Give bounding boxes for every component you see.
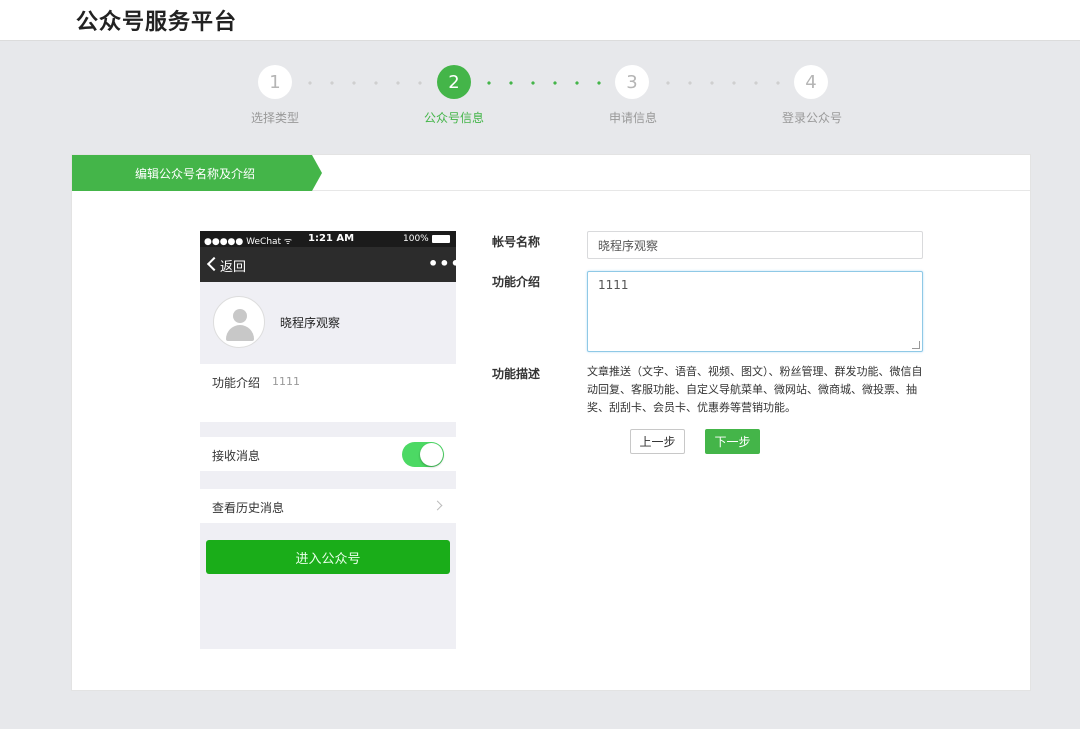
receive-messages-row: 接收消息 bbox=[200, 437, 456, 471]
previous-step-button[interactable]: 上一步 bbox=[630, 429, 685, 454]
step-3-label: 申请信息 bbox=[608, 111, 657, 125]
chevron-right-icon bbox=[432, 500, 443, 511]
top-bar: 公众号服务平台 bbox=[0, 0, 1080, 41]
intro-section: 功能介绍 1111 bbox=[200, 364, 456, 422]
step-4-circle: 4 bbox=[794, 65, 828, 99]
intro-field-label: 功能介绍 bbox=[492, 275, 541, 289]
registration-stepper: 1 2 3 4 选择类型 公众号信息 申请信息 登录公众号 bbox=[0, 60, 1080, 130]
avatar-placeholder-icon bbox=[213, 296, 265, 348]
back-chevron-icon bbox=[206, 256, 222, 272]
intro-label: 功能介绍 bbox=[212, 376, 261, 390]
step-2-circle: 2 bbox=[437, 65, 471, 99]
step-1-circle: 1 bbox=[258, 65, 292, 99]
section-title-ribbon: 编辑公众号名称及介绍 bbox=[72, 155, 322, 191]
status-time: 1:21 AM bbox=[308, 233, 355, 244]
back-label: 返回 bbox=[220, 260, 247, 275]
step-connector-2 bbox=[478, 81, 610, 85]
account-name-label: 帐号名称 bbox=[492, 235, 541, 249]
enter-account-button: 进入公众号 bbox=[206, 540, 450, 574]
resize-handle-icon[interactable] bbox=[912, 341, 920, 349]
step-4-label: 登录公众号 bbox=[781, 111, 842, 125]
step-2-label: 公众号信息 bbox=[423, 111, 484, 125]
battery-icon bbox=[432, 235, 450, 243]
phone-status-bar: ●●●●● WeChat ᯤ 1:21 AM 100% bbox=[200, 231, 456, 247]
carrier-signal: ●●●●● WeChat ᯤ bbox=[204, 237, 293, 247]
history-messages-label: 查看历史消息 bbox=[212, 501, 285, 515]
phone-nav-bar: 返回 ••• bbox=[200, 247, 461, 282]
receive-messages-label: 接收消息 bbox=[212, 449, 261, 463]
step-connector-1 bbox=[299, 81, 431, 85]
account-name-input[interactable] bbox=[587, 231, 923, 259]
profile-name: 晓程序观察 bbox=[280, 316, 341, 330]
more-icon: ••• bbox=[428, 254, 462, 273]
brand-title[interactable]: 公众号服务平台 bbox=[76, 4, 237, 36]
description-text: 文章推送（文字、语音、视频、图文）、粉丝管理、群发功能、微信自动回复、客服功能、… bbox=[587, 365, 923, 414]
next-step-button[interactable]: 下一步 bbox=[705, 429, 760, 454]
battery-percent: 100% bbox=[403, 234, 429, 244]
description-label: 功能描述 bbox=[492, 367, 541, 381]
intro-value: 1111 bbox=[272, 375, 300, 388]
phone-preview: ●●●●● WeChat ᯤ 1:21 AM 100% 返回 ••• 晓程序观察… bbox=[200, 231, 461, 649]
profile-section: 晓程序观察 bbox=[200, 282, 456, 364]
step-3-circle: 3 bbox=[615, 65, 649, 99]
panel-header: 编辑公众号名称及介绍 bbox=[72, 155, 1030, 191]
history-messages-row: 查看历史消息 bbox=[200, 489, 456, 523]
step-connector-3 bbox=[657, 81, 789, 85]
receive-messages-toggle bbox=[402, 442, 444, 467]
step-1-label: 选择类型 bbox=[250, 111, 299, 125]
intro-textarea[interactable]: 1111 bbox=[587, 271, 923, 352]
main-panel: 编辑公众号名称及介绍 ●●●●● WeChat ᯤ 1:21 AM 100% 返… bbox=[71, 154, 1031, 691]
